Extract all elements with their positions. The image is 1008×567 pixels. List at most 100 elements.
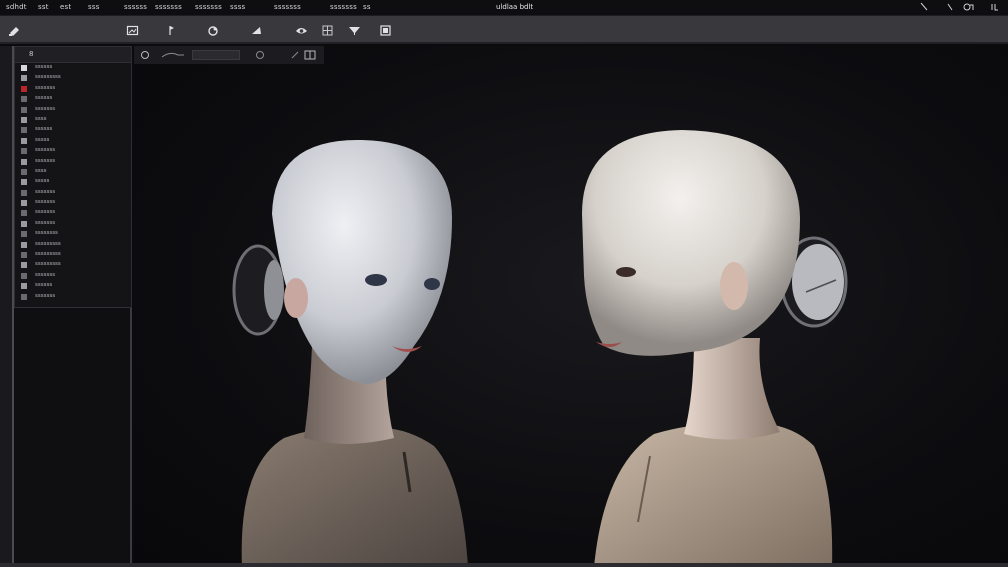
layer-label: ssssss — [35, 282, 53, 289]
layer-row[interactable]: sssssss — [15, 271, 131, 281]
globe-icon[interactable] — [254, 50, 266, 60]
layer-label: ssssss — [35, 126, 53, 133]
close-icon[interactable] — [990, 1, 1002, 13]
3d-viewport[interactable] — [134, 46, 1008, 567]
layer-row[interactable]: sssssss — [15, 84, 131, 94]
layer-label: sssssss — [35, 188, 56, 195]
layer-row[interactable]: sssss — [15, 177, 131, 187]
layer-row[interactable]: sssss — [15, 136, 131, 146]
layer-label: sssssss — [35, 292, 56, 299]
scene-outliner-panel: 8 ssssss sssssssss sssssss ssssss sssssss sss… — [14, 46, 132, 308]
panel-header: 8 — [15, 47, 131, 63]
layer-icon — [21, 272, 27, 279]
zoom-field[interactable] — [192, 50, 240, 60]
grid-icon[interactable] — [321, 24, 334, 37]
triangle-icon[interactable] — [250, 24, 263, 37]
menu-item[interactable]: est — [60, 3, 71, 11]
minimize-icon[interactable] — [944, 1, 956, 13]
layer-label: sssssssss — [35, 251, 61, 258]
toolbar — [0, 16, 1008, 44]
funnel-icon[interactable] — [348, 24, 361, 37]
right-figure-neck — [684, 338, 780, 440]
layer-row[interactable]: ssssssss — [15, 229, 131, 239]
layer-row[interactable]: sssssss — [15, 105, 131, 115]
menu-item[interactable]: sss — [88, 3, 100, 11]
layer-label: sssssss — [35, 105, 56, 112]
menu-bar: sdhdt sst est sss ssssss sssssss sssssss… — [0, 0, 1008, 16]
menu-item[interactable]: ssss — [230, 3, 245, 11]
layer-icon — [21, 220, 27, 227]
menu-item[interactable]: sssssss — [155, 3, 182, 11]
layer-icon — [21, 96, 27, 103]
layer-row[interactable]: sssssss — [15, 146, 131, 156]
layer-icon — [21, 168, 27, 175]
layer-icon — [21, 158, 27, 165]
layer-row[interactable]: sssssss — [15, 208, 131, 218]
layer-row[interactable]: sssssss — [15, 157, 131, 167]
menu-item[interactable]: sssssss — [195, 3, 222, 11]
shading-icon[interactable] — [140, 50, 150, 60]
status-strip — [0, 563, 1008, 567]
menu-item[interactable]: sdhdt — [6, 3, 27, 11]
flag-icon[interactable] — [165, 24, 178, 37]
view-menu-icon[interactable] — [160, 50, 186, 60]
menu-item[interactable]: ss — [363, 3, 371, 11]
menu-item[interactable]: sssssss — [274, 3, 301, 11]
layer-list: ssssss sssssssss sssssss ssssss sssssss ssss s… — [15, 63, 131, 302]
layer-icon — [21, 262, 27, 269]
window-title: uldlaa bdlt — [496, 3, 534, 11]
layer-icon — [21, 241, 27, 248]
layer-label: ssssssss — [35, 230, 58, 237]
layer-row[interactable]: sssssss — [15, 219, 131, 229]
layer-label: sssssss — [35, 199, 56, 206]
layer-row[interactable]: ssss — [15, 115, 131, 125]
arrow-icon[interactable] — [918, 1, 930, 13]
layer-label: ssssss — [35, 64, 53, 70]
layer-label: ssss — [35, 115, 47, 122]
layer-row[interactable]: sssssssss — [15, 73, 131, 83]
layer-icon — [21, 127, 27, 134]
layer-label: sssssss — [35, 157, 56, 164]
layer-icon — [21, 148, 27, 155]
layer-label: sssss — [35, 178, 50, 185]
layer-icon — [21, 75, 27, 82]
layer-row[interactable]: sssssss — [15, 292, 131, 302]
layer-row[interactable]: ssssss — [15, 281, 131, 291]
tool-strip — [0, 46, 14, 567]
layer-row[interactable]: sssssssss — [15, 250, 131, 260]
layer-icon — [21, 189, 27, 196]
layout-icon[interactable] — [304, 50, 316, 60]
layer-label: ssssss — [35, 95, 53, 102]
layer-icon — [21, 293, 27, 300]
panel-icon[interactable] — [379, 24, 392, 37]
layer-icon — [21, 85, 27, 92]
layer-label: sssss — [35, 136, 50, 143]
layer-icon — [21, 65, 27, 71]
cursor-icon[interactable] — [8, 24, 21, 37]
layer-row[interactable]: sssssss — [15, 188, 131, 198]
layer-row[interactable]: ssss — [15, 167, 131, 177]
layer-row[interactable]: ssssss — [15, 94, 131, 104]
layer-icon — [21, 283, 27, 290]
layer-icon — [21, 179, 27, 186]
layer-label: sssssss — [35, 219, 56, 226]
layer-row[interactable]: sssssssss — [15, 260, 131, 270]
image-icon[interactable] — [126, 24, 139, 37]
menu-item[interactable]: ssssss — [124, 3, 147, 11]
menu-item[interactable]: sssssss — [330, 3, 357, 11]
layer-label: sssssss — [35, 271, 56, 278]
camera-icon[interactable] — [295, 24, 308, 37]
properties-panel — [14, 308, 132, 567]
snap-icon[interactable] — [290, 50, 300, 60]
layer-row[interactable]: sssssssss — [15, 240, 131, 250]
layer-icon — [21, 252, 27, 259]
layer-label: sssssssss — [35, 74, 61, 81]
paint-icon[interactable] — [207, 24, 220, 37]
layer-row[interactable]: ssssss — [15, 63, 131, 73]
menu-item[interactable]: sst — [38, 3, 49, 11]
restore-icon[interactable] — [962, 1, 974, 13]
layer-row[interactable]: ssssss — [15, 125, 131, 135]
layer-row[interactable]: sssssss — [15, 198, 131, 208]
left-figure-sweater — [241, 427, 468, 567]
layer-label: ssss — [35, 167, 47, 174]
